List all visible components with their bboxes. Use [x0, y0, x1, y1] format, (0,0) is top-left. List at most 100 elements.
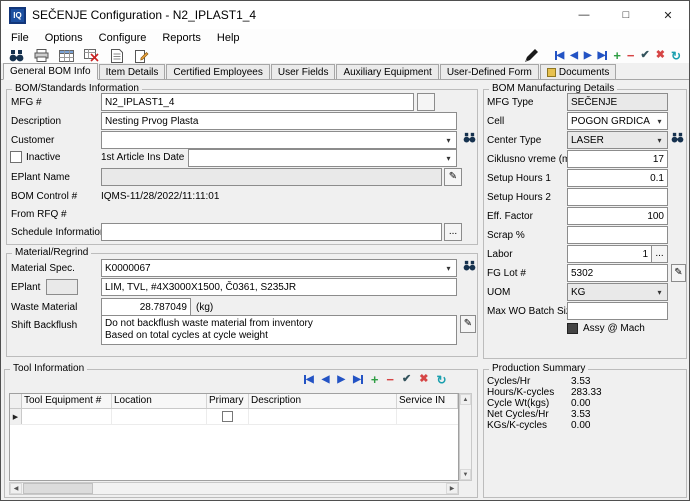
setup-hours-2-input[interactable]: [567, 188, 668, 206]
assy-at-mach-checkbox[interactable]: [567, 323, 578, 334]
column-header-location[interactable]: Location: [112, 394, 207, 408]
vscroll-track[interactable]: [460, 405, 471, 469]
scrap-pct-input[interactable]: [567, 226, 668, 244]
menu-item-help[interactable]: Help: [209, 30, 248, 46]
post-edit-button[interactable]: ✔: [641, 50, 650, 61]
minimize-button[interactable]: —: [563, 1, 605, 29]
customer-select[interactable]: ▾: [101, 131, 457, 149]
browse-button[interactable]: [57, 48, 76, 64]
material-spec-select[interactable]: K0000067▾: [101, 259, 457, 277]
nav-prior-button[interactable]: ◀: [570, 51, 578, 61]
hscroll-track[interactable]: [93, 483, 446, 494]
hscroll-thumb[interactable]: [23, 483, 93, 494]
column-header-service-in[interactable]: Service IN: [397, 394, 458, 408]
signature-button[interactable]: [522, 48, 541, 64]
description-cell[interactable]: [249, 409, 397, 424]
eff-factor-input[interactable]: 100: [567, 207, 668, 225]
delete-view-button[interactable]: [82, 48, 101, 64]
schedule-info-input[interactable]: [101, 223, 442, 241]
chevron-down-icon[interactable]: ▾: [442, 260, 455, 276]
report-button[interactable]: [107, 48, 126, 64]
shift-backflush-input[interactable]: Do not backflush waste material from inv…: [101, 315, 457, 345]
description-input[interactable]: Nesting Prvog Plasta: [101, 112, 457, 130]
column-header-description[interactable]: Description: [249, 394, 397, 408]
tab-auxiliary-equipment[interactable]: Auxiliary Equipment: [336, 64, 438, 79]
tool-equipment-cell[interactable]: [22, 409, 112, 424]
tab-general-bom-info[interactable]: General BOM Info: [3, 63, 98, 80]
labor-input[interactable]: 1: [567, 245, 652, 263]
fg-lot-label: FG Lot #: [487, 268, 526, 279]
tool-cancel-edit-button[interactable]: ✖: [419, 374, 428, 385]
chevron-down-icon[interactable]: ▾: [653, 132, 666, 148]
menu-item-file[interactable]: File: [3, 30, 37, 46]
tool-grid[interactable]: Tool Equipment # Location Primary Descri…: [9, 393, 459, 481]
waste-material-input[interactable]: 28.787049: [101, 298, 191, 316]
print-button[interactable]: [32, 48, 51, 64]
chevron-down-icon[interactable]: ▾: [653, 284, 666, 300]
search-button[interactable]: [7, 48, 26, 64]
primary-checkbox[interactable]: [222, 411, 233, 422]
primary-cell[interactable]: [207, 409, 249, 424]
chevron-down-icon[interactable]: ▾: [442, 150, 455, 166]
material-spec-search-button[interactable]: [463, 260, 476, 274]
center-type-select[interactable]: LASER▾: [567, 131, 668, 149]
tool-nav-prior-button[interactable]: ◀: [322, 375, 330, 385]
first-article-select[interactable]: ▾: [188, 149, 457, 167]
column-header-tool-equipment[interactable]: Tool Equipment #: [22, 394, 112, 408]
insert-record-button[interactable]: +: [613, 49, 621, 62]
tab-item-details[interactable]: Item Details: [99, 64, 166, 79]
tool-nav-next-button[interactable]: ▶: [337, 375, 345, 385]
scroll-right-button[interactable]: ▶: [446, 483, 458, 494]
schedule-info-ellipsis-button[interactable]: ...: [444, 223, 462, 241]
maximize-button[interactable]: □: [605, 1, 647, 29]
menu-item-options[interactable]: Options: [37, 30, 91, 46]
mfg-aux-button[interactable]: [417, 93, 435, 111]
tab-documents[interactable]: Documents: [540, 64, 617, 79]
edit-notes-button[interactable]: [132, 48, 151, 64]
scroll-up-button[interactable]: ▲: [460, 394, 471, 405]
menu-item-reports[interactable]: Reports: [154, 30, 209, 46]
column-header-primary[interactable]: Primary: [207, 394, 249, 408]
customer-search-button[interactable]: [463, 132, 476, 146]
scroll-down-button[interactable]: ▼: [460, 469, 471, 480]
tab-user-fields[interactable]: User Fields: [271, 64, 336, 79]
center-type-search-button[interactable]: [671, 132, 684, 146]
cancel-edit-button[interactable]: ✖: [656, 50, 665, 61]
table-row[interactable]: ▶: [10, 409, 458, 425]
chevron-down-icon[interactable]: ▾: [653, 113, 666, 129]
tool-post-edit-button[interactable]: ✔: [402, 374, 411, 385]
service-in-cell[interactable]: [397, 409, 458, 424]
menu-item-configure[interactable]: Configure: [91, 30, 155, 46]
tool-insert-record-button[interactable]: +: [371, 373, 379, 386]
close-button[interactable]: ✕: [647, 1, 689, 29]
inactive-checkbox[interactable]: [10, 151, 22, 163]
scroll-left-button[interactable]: ◀: [10, 483, 22, 494]
tool-delete-record-button[interactable]: −: [386, 373, 394, 386]
material-description-input[interactable]: LIM, TVL, #4X3000X1500, Č0361, S235JR: [101, 278, 457, 296]
cell-select[interactable]: POGON GRDICA▾: [567, 112, 668, 130]
tool-refresh-button[interactable]: ↻: [436, 374, 446, 386]
tool-nav-first-button[interactable]: ◀: [304, 375, 314, 385]
location-cell[interactable]: [112, 409, 207, 424]
fg-lot-input[interactable]: 5302: [567, 264, 668, 282]
uom-select[interactable]: KG▾: [567, 283, 668, 301]
chevron-down-icon[interactable]: ▾: [442, 132, 455, 148]
nav-first-button[interactable]: ◀: [555, 51, 565, 61]
max-wo-batch-input[interactable]: [567, 302, 668, 320]
shift-backflush-erase-button[interactable]: ✎: [460, 315, 476, 333]
tool-grid-hscrollbar[interactable]: ◀ ▶: [9, 482, 459, 495]
nav-last-button[interactable]: ▶: [598, 51, 608, 61]
cycle-time-input[interactable]: 17: [567, 150, 668, 168]
labor-ellipsis-button[interactable]: ...: [651, 245, 668, 263]
refresh-button[interactable]: ↻: [671, 50, 681, 62]
setup-hours-1-input[interactable]: 0.1: [567, 169, 668, 187]
tab-certified-employees[interactable]: Certified Employees: [166, 64, 269, 79]
fg-lot-erase-button[interactable]: ✎: [671, 264, 686, 282]
tool-nav-last-button[interactable]: ▶: [353, 375, 363, 385]
nav-next-button[interactable]: ▶: [584, 51, 592, 61]
delete-record-button[interactable]: −: [627, 49, 635, 62]
mfg-number-input[interactable]: N2_IPLAST1_4: [101, 93, 414, 111]
eplant-name-erase-button[interactable]: ✎: [444, 168, 462, 186]
tool-grid-vscrollbar[interactable]: ▲ ▼: [459, 393, 472, 481]
tab-user-defined-form[interactable]: User-Defined Form: [440, 64, 539, 79]
